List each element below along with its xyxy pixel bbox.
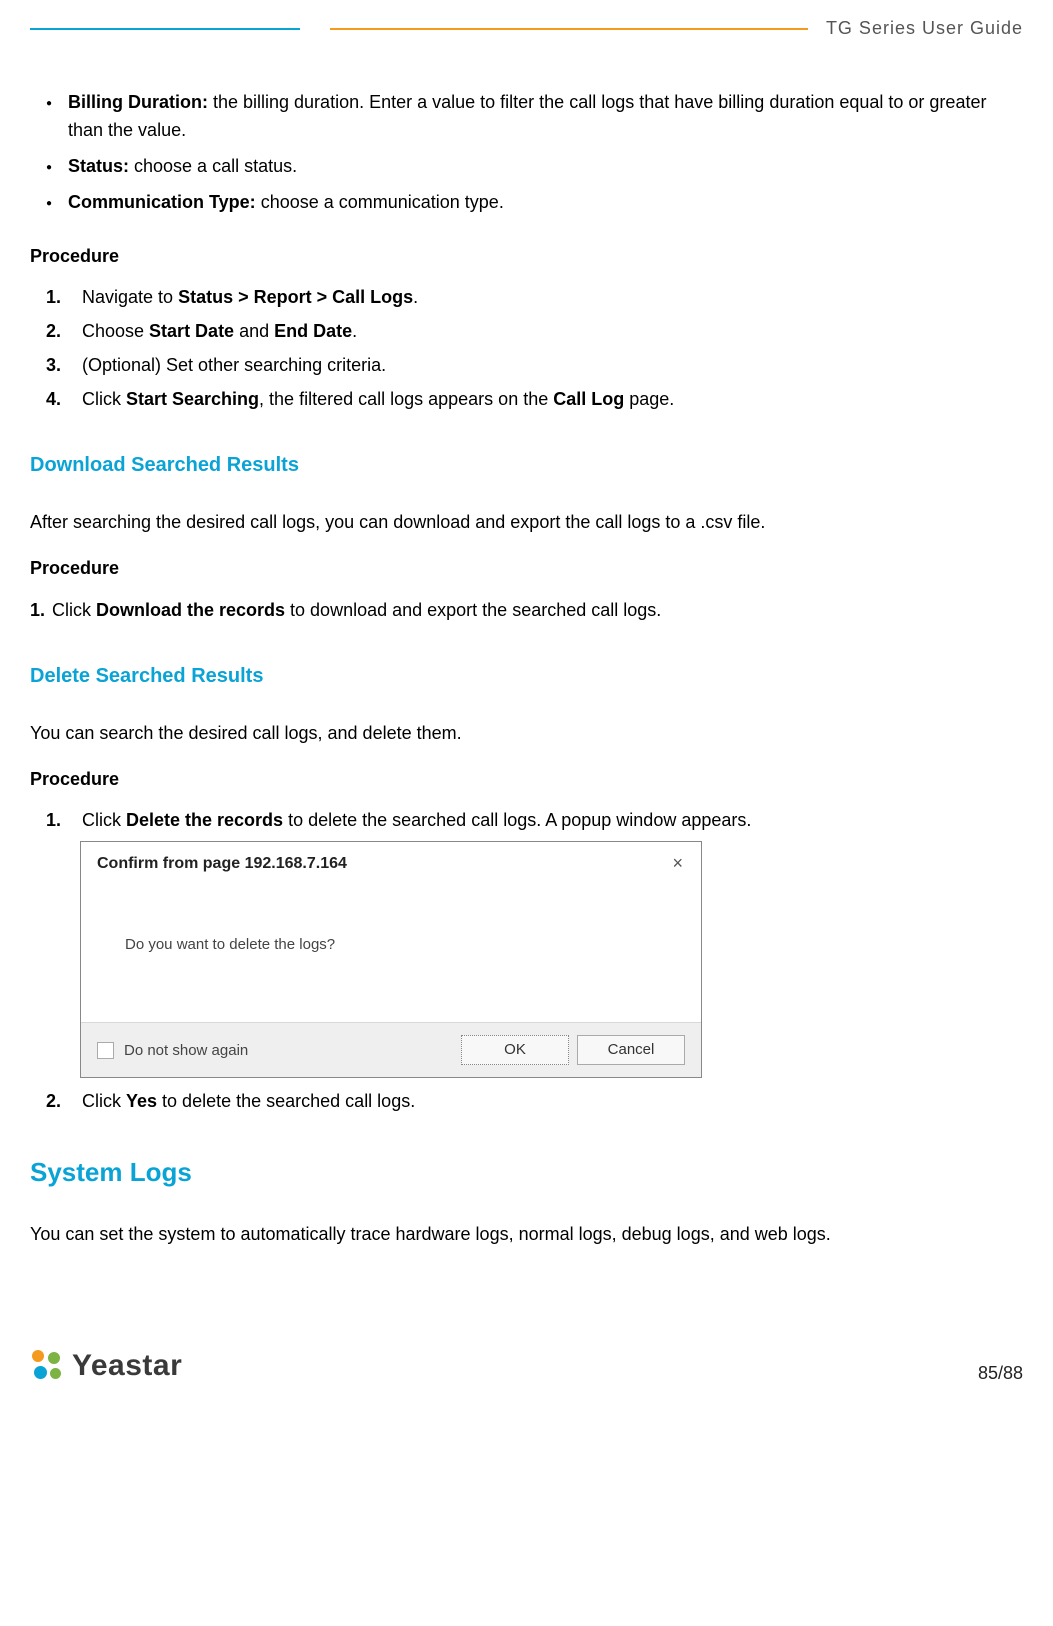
- delete-intro: You can search the desired call logs, an…: [30, 720, 1023, 748]
- step-bold: Call Log: [553, 389, 624, 409]
- step-number: 1.: [30, 597, 45, 625]
- step-text: and: [234, 321, 274, 341]
- step-item: 1. Click Delete the records to delete the…: [46, 807, 1023, 835]
- dialog-message: Do you want to delete the logs?: [81, 877, 701, 1022]
- step-bold: Yes: [126, 1091, 157, 1111]
- step-text: .: [352, 321, 357, 341]
- step-number: 4.: [46, 386, 61, 414]
- confirm-dialog-screenshot: Confirm from page 192.168.7.164 × Do you…: [80, 841, 1023, 1078]
- page-content: Billing Duration: the billing duration. …: [30, 89, 1023, 1248]
- procedure-delete: 1. Click Delete the records to delete the…: [30, 807, 1023, 835]
- bullet-label: Communication Type:: [68, 192, 256, 212]
- step-item: 4. Click Start Searching, the filtered ca…: [46, 386, 1023, 414]
- header-rule-blue: [30, 28, 300, 30]
- bullet-label: Status:: [68, 156, 129, 176]
- doc-title: TG Series User Guide: [826, 18, 1023, 39]
- step-bold: Download the records: [96, 600, 285, 620]
- page-header: TG Series User Guide: [30, 0, 1023, 39]
- section-delete-heading: Delete Searched Results: [30, 661, 1023, 692]
- step-text: Choose: [82, 321, 149, 341]
- step-bold: Start Date: [149, 321, 234, 341]
- list-item: Communication Type: choose a communicati…: [68, 189, 1023, 217]
- step-text: Click: [82, 810, 126, 830]
- step-item: 1. Click Download the records to downloa…: [30, 597, 1023, 625]
- brand-name: Yeastar: [72, 1349, 182, 1383]
- dialog-title: Confirm from page 192.168.7.164: [97, 852, 347, 877]
- bullet-label: Billing Duration:: [68, 92, 208, 112]
- dont-show-label: Do not show again: [124, 1039, 453, 1062]
- step-bold: Status > Report > Call Logs: [178, 287, 413, 307]
- close-icon[interactable]: ×: [666, 852, 689, 874]
- bullet-text: choose a call status.: [129, 156, 297, 176]
- step-item: 2. Choose Start Date and End Date.: [46, 318, 1023, 346]
- logo-mark-icon: [30, 1348, 66, 1384]
- filter-criteria-list: Billing Duration: the billing duration. …: [30, 89, 1023, 217]
- step-text: Click: [82, 1091, 126, 1111]
- step-item: 2. Click Yes to delete the searched call …: [46, 1088, 1023, 1116]
- brand-logo: Yeastar: [30, 1348, 182, 1384]
- procedure-download: 1. Click Download the records to downloa…: [30, 597, 1023, 625]
- procedure-delete-cont: 2. Click Yes to delete the searched call …: [30, 1088, 1023, 1116]
- ok-button[interactable]: OK: [461, 1035, 569, 1065]
- step-text: to download and export the searched call…: [285, 600, 661, 620]
- syslogs-intro: You can set the system to automatically …: [30, 1221, 1023, 1249]
- section-syslogs-heading: System Logs: [30, 1152, 1023, 1192]
- step-number: 2.: [46, 318, 61, 346]
- dialog-footer: Do not show again OK Cancel: [81, 1022, 701, 1077]
- procedure-heading: Procedure: [30, 243, 1023, 271]
- step-text: Navigate to: [82, 287, 178, 307]
- step-text: Click: [82, 389, 126, 409]
- step-bold: Delete the records: [126, 810, 283, 830]
- confirm-dialog: Confirm from page 192.168.7.164 × Do you…: [80, 841, 702, 1078]
- procedure-search: 1. Navigate to Status > Report > Call Log…: [30, 284, 1023, 414]
- step-number: 1.: [46, 807, 61, 835]
- procedure-heading: Procedure: [30, 555, 1023, 583]
- step-text: Click: [52, 600, 96, 620]
- step-text: .: [413, 287, 418, 307]
- step-text: to delete the searched call logs. A popu…: [283, 810, 751, 830]
- dont-show-checkbox[interactable]: [97, 1042, 114, 1059]
- list-item: Billing Duration: the billing duration. …: [68, 89, 1023, 145]
- step-text: page.: [624, 389, 674, 409]
- step-text: (Optional) Set other searching criteria.: [82, 355, 386, 375]
- step-item: 3. (Optional) Set other searching criteri…: [46, 352, 1023, 380]
- step-number: 1.: [46, 284, 61, 312]
- header-rule-orange: [330, 28, 808, 30]
- step-bold: Start Searching: [126, 389, 259, 409]
- page-number: 85/88: [978, 1363, 1023, 1384]
- section-download-heading: Download Searched Results: [30, 450, 1023, 481]
- list-item: Status: choose a call status.: [68, 153, 1023, 181]
- bullet-text: choose a communication type.: [256, 192, 504, 212]
- step-number: 2.: [46, 1088, 61, 1116]
- step-bold: End Date: [274, 321, 352, 341]
- download-intro: After searching the desired call logs, y…: [30, 509, 1023, 537]
- step-number: 3.: [46, 352, 61, 380]
- page-footer: Yeastar 85/88: [30, 1348, 1023, 1394]
- procedure-heading: Procedure: [30, 766, 1023, 794]
- dialog-header: Confirm from page 192.168.7.164 ×: [81, 842, 701, 877]
- step-item: 1. Navigate to Status > Report > Call Log…: [46, 284, 1023, 312]
- step-text: to delete the searched call logs.: [157, 1091, 415, 1111]
- step-text: , the filtered call logs appears on the: [259, 389, 553, 409]
- cancel-button[interactable]: Cancel: [577, 1035, 685, 1065]
